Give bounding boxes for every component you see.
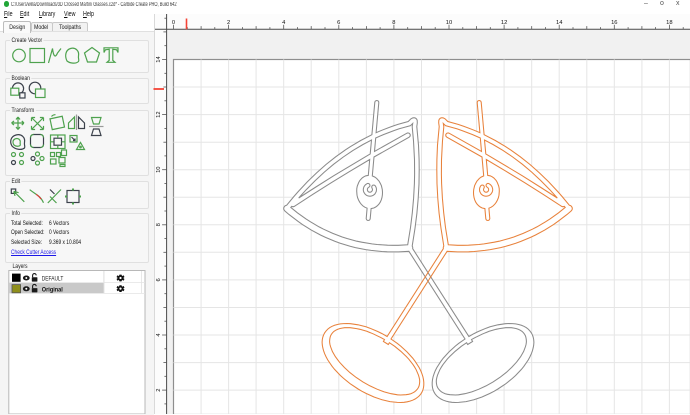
svg-text:12: 12 (156, 111, 162, 117)
svg-text:8: 8 (392, 20, 395, 26)
svg-text:Original: Original (42, 286, 63, 293)
svg-text:8: 8 (156, 223, 162, 226)
svg-text:0: 0 (172, 20, 175, 26)
svg-text:DEFAULT: DEFAULT (42, 276, 64, 283)
svg-text:2: 2 (227, 20, 230, 26)
svg-text:10: 10 (156, 166, 162, 172)
svg-text:18: 18 (666, 20, 672, 26)
svg-text:14: 14 (556, 20, 563, 26)
svg-text:6: 6 (156, 278, 162, 281)
svg-text:2: 2 (156, 388, 162, 391)
svg-text:10: 10 (446, 20, 452, 26)
svg-text:6: 6 (337, 20, 340, 26)
svg-text:16: 16 (611, 20, 617, 26)
svg-text:14: 14 (156, 56, 162, 63)
svg-text:12: 12 (501, 20, 507, 26)
